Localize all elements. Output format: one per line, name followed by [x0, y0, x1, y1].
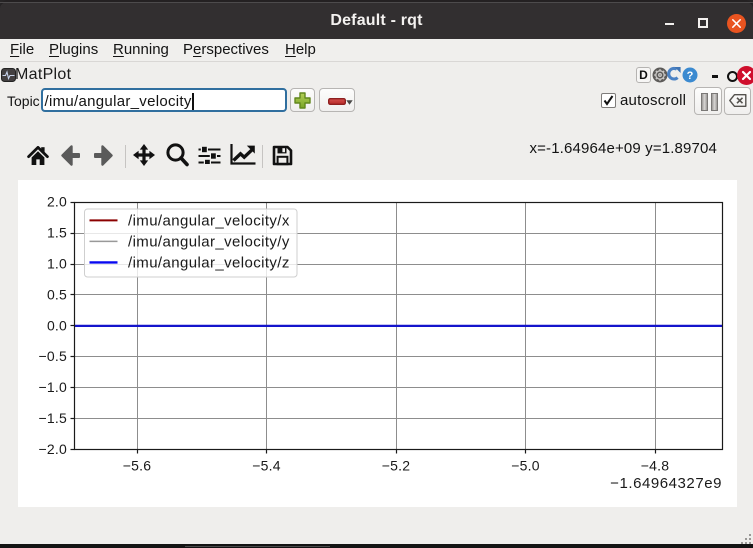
svg-text:−5.2: −5.2: [382, 458, 410, 474]
svg-text:1.0: 1.0: [47, 255, 67, 271]
svg-text:−5.0: −5.0: [511, 458, 539, 474]
svg-text:−2.0: −2.0: [39, 441, 67, 457]
svg-text:0.5: 0.5: [47, 286, 67, 302]
svg-text:−4.8: −4.8: [641, 458, 669, 474]
svg-text:−5.6: −5.6: [123, 458, 151, 474]
svg-text:−1.64964327e9: −1.64964327e9: [610, 475, 722, 492]
svg-text:/imu/angular_velocity/z: /imu/angular_velocity/z: [128, 255, 290, 272]
svg-text:0.0: 0.0: [47, 317, 67, 333]
svg-text:/imu/angular_velocity/x: /imu/angular_velocity/x: [128, 213, 290, 230]
svg-text:−1.0: −1.0: [39, 379, 67, 395]
svg-text:2.0: 2.0: [47, 194, 67, 210]
svg-text:−0.5: −0.5: [39, 348, 67, 364]
svg-text:?: ?: [687, 70, 694, 82]
svg-text:/imu/angular_velocity/y: /imu/angular_velocity/y: [128, 234, 290, 251]
svg-text:−5.4: −5.4: [252, 458, 280, 474]
svg-text:−1.5: −1.5: [39, 410, 67, 426]
svg-text:1.5: 1.5: [47, 224, 67, 240]
